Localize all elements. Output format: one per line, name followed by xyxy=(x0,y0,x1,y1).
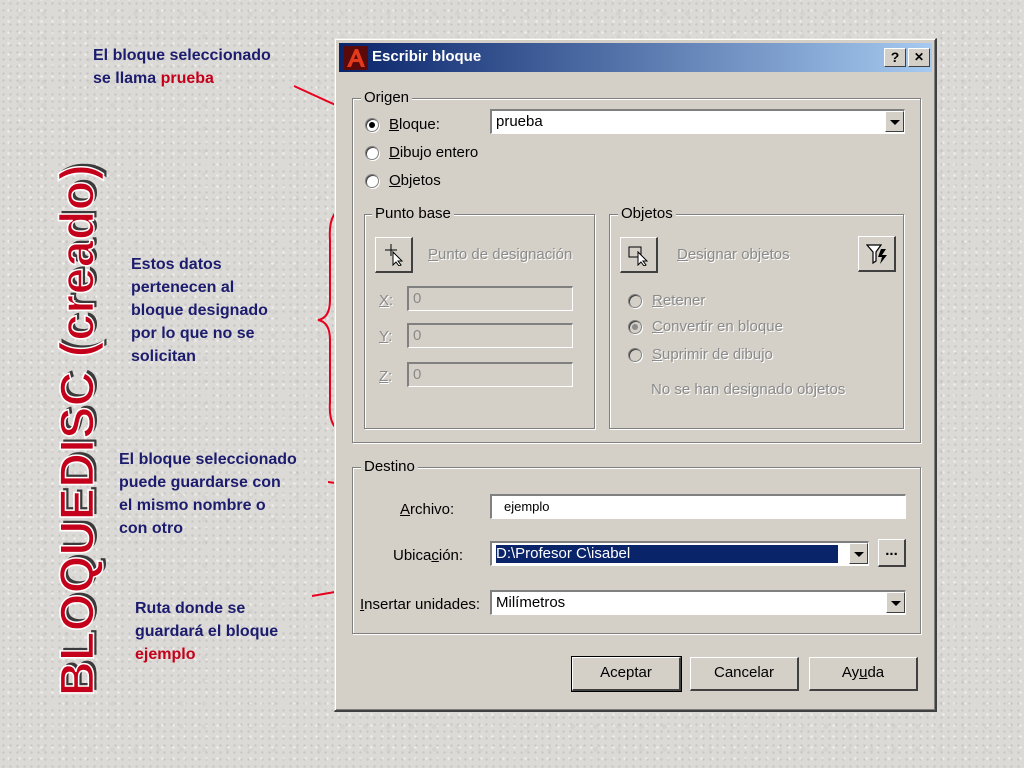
select-objects-button[interactable] xyxy=(620,237,658,273)
write-block-dialog: Escribir bloque ? ✕ Origen Bloque: prueb… xyxy=(334,38,937,712)
mnemonic: R xyxy=(652,292,663,309)
pick-point-button[interactable] xyxy=(375,237,413,273)
punto-base-legend: Punto base xyxy=(372,205,454,222)
unidades-label: Insertar unidades: xyxy=(360,596,480,613)
objects-status: No se han designado objetos xyxy=(651,381,846,398)
radio-bloque[interactable] xyxy=(365,118,379,132)
destino-legend: Destino xyxy=(361,458,418,475)
mnemonic: P xyxy=(428,246,439,263)
label-text: loque: xyxy=(399,116,440,133)
label-text: etener xyxy=(662,292,706,309)
select-objects-label[interactable]: Designar objetos xyxy=(677,246,790,263)
label-text: ibujo entero xyxy=(399,144,479,161)
mnemonic: C xyxy=(652,318,663,335)
radio-suprimir[interactable] xyxy=(628,348,642,362)
mnemonic: Y xyxy=(379,328,389,345)
pick-point-label[interactable]: Punto de designación xyxy=(428,246,572,263)
label-text: ión: xyxy=(438,547,464,564)
radio-suprimir-label[interactable]: Suprimir de dibujo xyxy=(652,346,773,363)
label-text: onvertir en bloque xyxy=(662,318,783,335)
mnemonic: X xyxy=(379,292,390,309)
ubicacion-select[interactable]: D:\Profesor C\isabel xyxy=(490,541,869,566)
ubicacion-label: Ubicación: xyxy=(393,547,463,564)
radio-objetos-label[interactable]: Objetos xyxy=(389,172,441,189)
radio-convertir-label[interactable]: Convertir en bloque xyxy=(652,318,783,335)
bloque-select[interactable]: prueba xyxy=(490,109,905,134)
cancel-button[interactable]: Cancelar xyxy=(690,657,799,691)
unidades-select[interactable]: Milímetros xyxy=(490,590,906,615)
close-button[interactable]: ✕ xyxy=(908,48,930,67)
filter-funnel-icon xyxy=(866,244,887,265)
unidades-value: Milímetros xyxy=(496,594,566,611)
dialog-titlebar[interactable]: Escribir bloque ? ✕ xyxy=(339,43,932,72)
origen-legend: Origen xyxy=(361,89,413,106)
chevron-down-icon[interactable] xyxy=(886,592,905,613)
radio-retener[interactable] xyxy=(628,294,642,308)
browse-button[interactable]: ... xyxy=(878,539,906,567)
label-text: rchivo: xyxy=(410,501,455,518)
z-input[interactable]: 0 xyxy=(407,362,573,387)
radio-dibujo-entero[interactable] xyxy=(365,146,379,160)
mnemonic: B xyxy=(389,116,400,133)
z-label: Z: xyxy=(379,368,393,385)
mnemonic: D xyxy=(677,246,688,263)
radio-dibujo-label[interactable]: Dibujo entero xyxy=(389,144,478,161)
chevron-down-icon[interactable] xyxy=(849,543,868,564)
label-text: bjetos xyxy=(400,172,441,189)
radio-objetos[interactable] xyxy=(365,174,379,188)
radio-retener-label[interactable]: Retener xyxy=(652,292,705,309)
ubicacion-value: D:\Profesor C\isabel xyxy=(495,544,839,564)
help-button[interactable]: Ayuda xyxy=(809,657,918,691)
radio-convertir[interactable] xyxy=(628,320,642,334)
mnemonic: S xyxy=(652,346,663,363)
label-text: Ay xyxy=(841,664,860,681)
x-label: X: xyxy=(379,292,394,309)
label-text: unto de designación xyxy=(438,246,573,263)
select-objects-icon xyxy=(628,246,649,266)
label-text: nsertar unidades: xyxy=(364,596,481,613)
mnemonic: Z xyxy=(379,368,389,385)
objetos-legend: Objetos xyxy=(618,205,676,222)
bloque-value: prueba xyxy=(496,113,543,130)
pick-point-icon xyxy=(385,244,404,266)
y-label: Y: xyxy=(379,328,393,345)
chevron-down-icon[interactable] xyxy=(885,111,904,132)
mnemonic: c xyxy=(431,547,439,564)
archivo-input[interactable]: ejemplo xyxy=(490,494,906,519)
label-text: esignar objetos xyxy=(687,246,790,263)
y-input[interactable]: 0 xyxy=(407,323,573,348)
help-title-button[interactable]: ? xyxy=(884,48,906,67)
archivo-label: Archivo: xyxy=(400,501,454,518)
dialog-title: Escribir bloque xyxy=(372,48,482,65)
label-text: da xyxy=(867,664,885,681)
x-input[interactable]: 0 xyxy=(407,286,573,311)
mnemonic: A xyxy=(400,501,411,518)
autocad-icon xyxy=(344,46,368,70)
label-text: Ubica xyxy=(393,547,432,564)
mnemonic: D xyxy=(389,144,400,161)
ok-button[interactable]: Aceptar xyxy=(571,656,682,692)
mnemonic: O xyxy=(389,172,401,189)
label-text: uprimir de dibujo xyxy=(662,346,773,363)
quick-select-button[interactable] xyxy=(858,236,896,272)
radio-bloque-label[interactable]: Bloque: xyxy=(389,116,440,133)
